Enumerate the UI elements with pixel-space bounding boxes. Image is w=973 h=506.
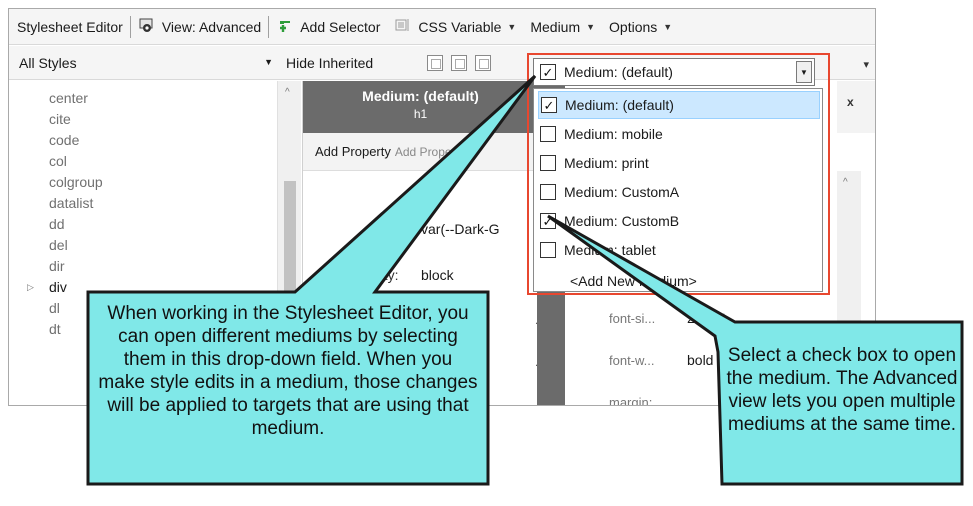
style-filter-select[interactable]: All Styles ▼	[9, 46, 279, 80]
css-variable-icon	[394, 16, 412, 37]
dropdown-highlight-frame	[527, 53, 830, 295]
property-label: margin:	[609, 395, 653, 406]
property-value[interactable]: bold	[687, 352, 713, 368]
view-mode-label: View: Advanced	[161, 18, 262, 35]
chevron-down-icon: ▼	[663, 21, 673, 32]
list-item[interactable]: dir	[49, 258, 65, 274]
view-option-icons	[427, 55, 491, 71]
list-item[interactable]: dd	[49, 216, 65, 232]
property-label: display:	[351, 267, 399, 283]
collapse-icon[interactable]	[451, 55, 467, 71]
add-property-button[interactable]: Add Property	[315, 144, 391, 159]
list-item[interactable]: cite	[49, 111, 71, 127]
css-variable-label: CSS Variable	[418, 18, 502, 35]
property-label: font-w...	[609, 353, 655, 368]
list-item[interactable]: del	[49, 237, 68, 253]
list-item[interactable]: div	[49, 279, 67, 295]
add-selector-icon	[276, 16, 294, 37]
expand-icon[interactable]	[475, 55, 491, 71]
close-icon[interactable]: x	[847, 95, 854, 109]
list-item[interactable]: colgroup	[49, 174, 103, 190]
css-variable-menu[interactable]: CSS Variable ▼	[394, 16, 516, 37]
scroll-up-icon[interactable]: ^	[843, 177, 848, 188]
medium-panel-selector: h1	[413, 107, 428, 121]
list-item[interactable]: dt	[49, 321, 61, 337]
left-callout-text: When working in the Stylesheet Editor, y…	[98, 303, 478, 439]
scroll-up-icon[interactable]: ^	[285, 87, 290, 98]
expand-arrow-icon[interactable]: ▷	[27, 282, 34, 293]
view-icon	[138, 16, 156, 37]
list-item[interactable]: datalist	[49, 195, 93, 211]
list-item[interactable]: col	[49, 153, 67, 169]
medium-menu[interactable]: Medium ▼	[530, 19, 595, 35]
separator	[129, 15, 131, 38]
property-value[interactable]: var(--Dark-G	[421, 221, 500, 237]
chevron-down-icon: ▼	[586, 21, 596, 32]
add-selector-button[interactable]: Add Selector	[276, 16, 380, 37]
sort-icon[interactable]	[427, 55, 443, 71]
options-menu[interactable]: Options ▼	[609, 19, 672, 35]
chevron-down-icon: ▼	[507, 21, 517, 32]
more-button[interactable]: ...	[807, 311, 817, 325]
style-filter-value: All Styles	[19, 55, 77, 71]
list-item[interactable]: dl	[49, 300, 60, 316]
add-selector-label: Add Selector	[300, 18, 381, 35]
right-callout-text: Select a check box to open the medium. T…	[726, 345, 958, 435]
options-menu-label: Options	[609, 18, 658, 35]
chevron-down-icon: ▼	[264, 57, 273, 67]
editor-title: Stylesheet Editor	[17, 18, 123, 35]
toolbar-overflow-icon[interactable]: ▾	[863, 58, 869, 71]
add-property-placeholder[interactable]: Add Property	[395, 145, 465, 159]
property-value[interactable]: block	[421, 267, 454, 283]
property-value[interactable]: 24.0pt	[687, 310, 726, 326]
hide-inherited-button[interactable]: Hide Inherited	[286, 46, 373, 80]
list-item[interactable]: center	[49, 90, 88, 106]
list-item[interactable]: code	[49, 132, 79, 148]
medium-menu-label: Medium	[530, 18, 581, 35]
medium-panel-title: Medium: (default)	[362, 88, 479, 104]
add-property-bar: Add Property Add Property	[303, 133, 538, 171]
main-toolbar: Stylesheet Editor View: Advanced Add Sel…	[9, 9, 875, 45]
property-label: font-si...	[609, 311, 656, 326]
medium-panel-header: Medium: (default) h1	[303, 81, 538, 133]
separator	[268, 15, 270, 38]
panel-close-area	[837, 81, 875, 133]
view-mode-button[interactable]: View: Advanced	[138, 16, 261, 37]
hide-inherited-label: Hide Inherited	[286, 55, 374, 71]
